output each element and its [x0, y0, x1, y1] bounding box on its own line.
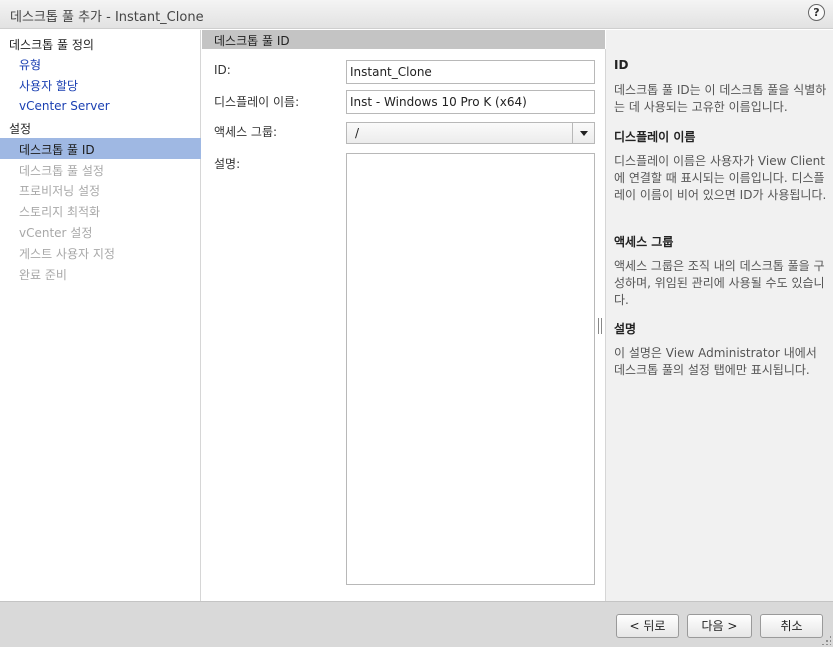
help-heading-description: 설명 — [614, 322, 637, 336]
description-label: 설명: — [214, 157, 241, 171]
section-header: 데스크톱 풀 ID — [202, 30, 605, 49]
form-area: ID: 디스플레이 이름: 액세스 그룹: / 설명: — [202, 49, 605, 601]
description-textarea[interactable] — [346, 153, 595, 585]
id-label: ID: — [214, 63, 231, 77]
back-button[interactable]: < 뒤로 — [616, 614, 679, 638]
panel-splitter-handle[interactable] — [598, 318, 603, 334]
chevron-down-icon[interactable] — [572, 123, 594, 143]
sidebar-heading-settings: 설정 — [9, 122, 32, 136]
sidebar-item-label: 데스크톱 풀 ID — [19, 143, 95, 157]
id-input[interactable] — [346, 60, 595, 84]
help-panel: ID 데스크톱 풀 ID는 이 데스크톱 풀을 식별하는 데 사용되는 고유한 … — [605, 30, 833, 601]
access-group-value: / — [355, 126, 360, 140]
section-title: 데스크톱 풀 ID — [214, 34, 290, 48]
wizard-sidebar: 데스크톱 풀 정의 유형 사용자 할당 vCenter Server 설정 데스… — [0, 30, 201, 601]
sidebar-item-vcenter-server[interactable]: vCenter Server — [19, 99, 110, 113]
sidebar-item-ready-to-complete: 완료 준비 — [19, 268, 67, 282]
help-heading-display-name: 디스플레이 이름 — [614, 130, 696, 144]
help-text-display-name: 디스플레이 이름은 사용자가 View Client에 연결할 때 표시되는 이… — [614, 154, 827, 202]
help-text-description: 이 설명은 View Administrator 내에서 데스크톱 풀의 설정 … — [614, 346, 817, 377]
sidebar-item-storage-optimization: 스토리지 최적화 — [19, 205, 101, 219]
help-text-id: 데스크톱 풀 ID는 이 데스크톱 풀을 식별하는 데 사용되는 고유한 이름입… — [614, 83, 827, 114]
cancel-button[interactable]: 취소 — [760, 614, 823, 638]
sidebar-item-type[interactable]: 유형 — [19, 56, 41, 73]
sidebar-item-guest-customization: 게스트 사용자 지정 — [19, 247, 115, 261]
help-icon[interactable]: ? — [808, 4, 825, 21]
next-button[interactable]: 다음 > — [687, 614, 752, 638]
wizard-footer: < 뒤로 다음 > 취소 — [0, 601, 833, 647]
access-group-label: 액세스 그룹: — [214, 125, 278, 139]
window-title: 데스크톱 풀 추가 - Instant_Clone — [10, 10, 204, 25]
sidebar-item-pool-id[interactable]: 데스크톱 풀 ID — [0, 138, 201, 159]
sidebar-item-user-assignment[interactable]: 사용자 할당 — [19, 77, 78, 94]
sidebar-heading-pool-definition: 데스크톱 풀 정의 — [9, 38, 94, 52]
sidebar-item-provisioning-settings: 프로비저닝 설정 — [19, 184, 101, 198]
access-group-select[interactable]: / — [346, 122, 595, 144]
display-name-input[interactable] — [346, 90, 595, 114]
help-heading-id: ID — [614, 58, 629, 72]
help-panel-top — [606, 30, 833, 49]
display-name-label: 디스플레이 이름: — [214, 95, 300, 109]
sidebar-item-pool-settings: 데스크톱 풀 설정 — [19, 164, 104, 178]
sidebar-item-vcenter-settings: vCenter 설정 — [19, 226, 93, 240]
help-text-access-group: 액세스 그룹은 조직 내의 데스크톱 풀을 구성하며, 위임된 관리에 사용될 … — [614, 259, 825, 307]
help-heading-access-group: 액세스 그룹 — [614, 235, 674, 249]
title-bar: 데스크톱 풀 추가 - Instant_Clone ? — [0, 0, 833, 29]
